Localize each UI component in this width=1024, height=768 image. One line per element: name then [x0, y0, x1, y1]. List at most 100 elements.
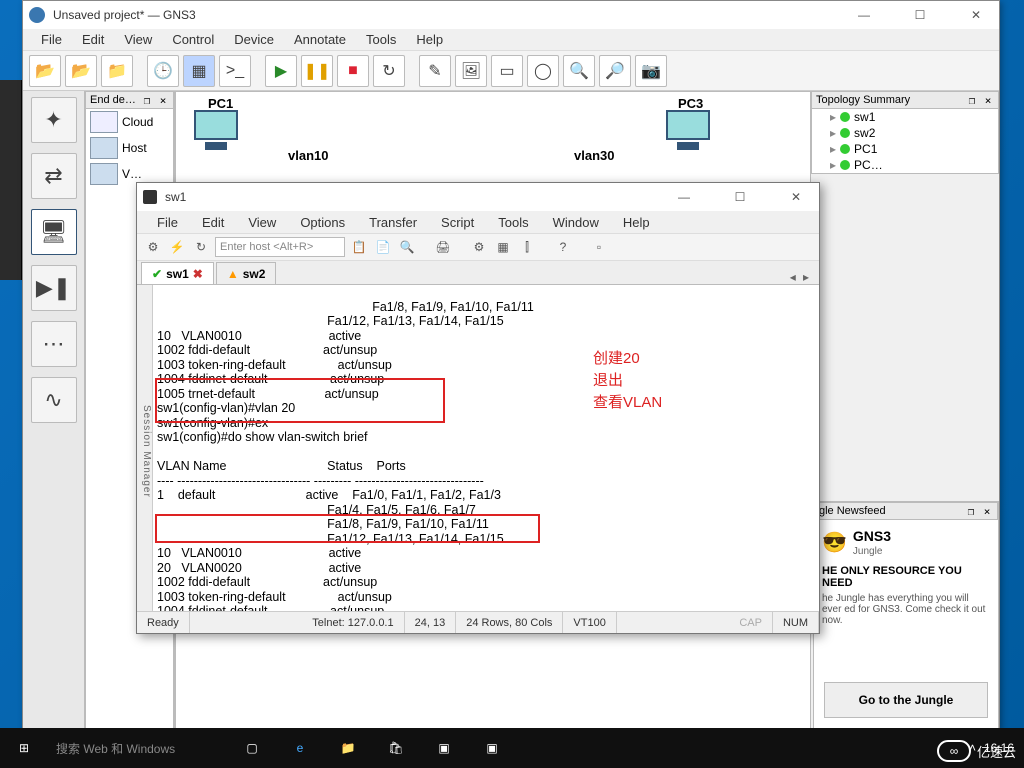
link-tool[interactable]: ∿: [31, 377, 77, 423]
quickconnect-icon[interactable]: ⚡: [167, 237, 187, 257]
maximize-button[interactable]: ☐: [723, 190, 757, 204]
close-panel-icon[interactable]: ×: [157, 94, 169, 107]
edge-icon[interactable]: e: [276, 728, 324, 768]
menu-options[interactable]: Options: [290, 215, 355, 230]
menu-tools[interactable]: Tools: [358, 32, 404, 47]
go-to-jungle-button[interactable]: Go to the Jungle: [824, 682, 988, 718]
close-button[interactable]: ✕: [959, 8, 993, 22]
find-icon[interactable]: 🔍: [397, 237, 417, 257]
windows-taskbar[interactable]: ⊞ 搜索 Web 和 Windows ▢ e 📁 🛍 ▣ ▣ ˄16:16: [0, 728, 1024, 768]
pause-button[interactable]: ❚❚: [301, 55, 333, 87]
menu-file[interactable]: File: [147, 215, 188, 230]
close-tab-icon[interactable]: ✖: [193, 267, 203, 281]
menu-edit[interactable]: Edit: [74, 32, 112, 47]
node-pc1[interactable]: [190, 110, 242, 154]
status-size: 24 Rows, 80 Cols: [456, 612, 563, 633]
options-icon[interactable]: ⚙: [469, 237, 489, 257]
host-input[interactable]: Enter host <Alt+R>: [215, 237, 345, 257]
tab-sw2[interactable]: ▲sw2: [216, 262, 277, 284]
reconnect-icon[interactable]: ↻: [191, 237, 211, 257]
reload-button[interactable]: ↻: [373, 55, 405, 87]
sessions-icon[interactable]: ▦: [493, 237, 513, 257]
app1-icon[interactable]: ▣: [420, 728, 468, 768]
paste-icon[interactable]: 📄: [373, 237, 393, 257]
screenshot-button[interactable]: 📷: [635, 55, 667, 87]
menu-control[interactable]: Control: [164, 32, 222, 47]
menu-help[interactable]: Help: [408, 32, 451, 47]
device-host[interactable]: Host: [86, 135, 173, 161]
security-category[interactable]: ▶❚: [31, 265, 77, 311]
start-button[interactable]: ⊞: [0, 728, 48, 768]
gns3-titlebar[interactable]: Unsaved project* — GNS3 — ☐ ✕: [23, 1, 999, 29]
zoomout-button[interactable]: 🔎: [599, 55, 631, 87]
app2-icon[interactable]: ▣: [468, 728, 516, 768]
undock-icon[interactable]: ❐: [966, 94, 978, 107]
switches-category[interactable]: ⇄: [31, 153, 77, 199]
print-icon[interactable]: 🖨: [433, 237, 453, 257]
terminal-output[interactable]: Fa1/8, Fa1/9, Fa1/10, Fa1/11 Fa1/12, Fa1…: [153, 285, 819, 611]
menu-edit[interactable]: Edit: [192, 215, 234, 230]
menu-view[interactable]: View: [116, 32, 160, 47]
help-icon[interactable]: ?: [553, 237, 573, 257]
menu-view[interactable]: View: [238, 215, 286, 230]
menu-annotate[interactable]: Annotate: [286, 32, 354, 47]
watermark-icon: ∞: [937, 740, 971, 762]
topo-item-pc1[interactable]: ▸PC1: [812, 141, 998, 157]
menu-help[interactable]: Help: [613, 215, 660, 230]
save-button[interactable]: 📁: [101, 55, 133, 87]
ellipse-button[interactable]: ◯: [527, 55, 559, 87]
menu-window[interactable]: Window: [543, 215, 609, 230]
open-button[interactable]: 📂: [29, 55, 61, 87]
tab-next-icon[interactable]: ▸: [803, 270, 809, 284]
device-cloud[interactable]: Cloud: [86, 109, 173, 135]
misc-icon[interactable]: ▫: [589, 237, 609, 257]
menu-device[interactable]: Device: [226, 32, 282, 47]
minimize-button[interactable]: —: [847, 8, 881, 22]
menu-script[interactable]: Script: [431, 215, 484, 230]
snapshot-button[interactable]: 🕒: [147, 55, 179, 87]
menu-file[interactable]: File: [33, 32, 70, 47]
topology-summary-header[interactable]: Topology Summary ❐×: [811, 91, 999, 109]
end-devices-header[interactable]: End de… ❐×: [85, 91, 174, 109]
status-term: VT100: [563, 612, 616, 633]
topo-item-pc2[interactable]: ▸PC…: [812, 157, 998, 173]
image-button[interactable]: 🖼: [455, 55, 487, 87]
minimize-button[interactable]: —: [667, 190, 701, 204]
connect-icon[interactable]: ⚙: [143, 237, 163, 257]
all-category[interactable]: ⋯: [31, 321, 77, 367]
taskbar-search[interactable]: 搜索 Web 和 Windows: [48, 734, 228, 762]
store-icon[interactable]: 🛍: [372, 728, 420, 768]
undock-icon[interactable]: ❐: [965, 505, 977, 518]
rect-button[interactable]: ▭: [491, 55, 523, 87]
tab-sw1[interactable]: ✔sw1✖: [141, 262, 214, 284]
session-manager-tab[interactable]: Session Manager: [137, 285, 153, 611]
play-button[interactable]: ▶: [265, 55, 297, 87]
topo-item-sw2[interactable]: ▸sw2: [812, 125, 998, 141]
undock-icon[interactable]: ❐: [141, 94, 153, 107]
status-cap: CAP: [729, 612, 773, 633]
tab-prev-icon[interactable]: ◂: [790, 270, 796, 284]
status-cursor-pos: 24, 13: [405, 612, 457, 633]
close-button[interactable]: ✕: [779, 190, 813, 204]
zoomin-button[interactable]: 🔍: [563, 55, 595, 87]
close-panel-icon[interactable]: ×: [982, 94, 994, 107]
menu-transfer[interactable]: Transfer: [359, 215, 427, 230]
menu-tools[interactable]: Tools: [488, 215, 538, 230]
routers-category[interactable]: ✦: [31, 97, 77, 143]
crt-titlebar[interactable]: sw1 — ☐ ✕: [137, 183, 819, 211]
copy-icon[interactable]: 📋: [349, 237, 369, 257]
open2-button[interactable]: 📂: [65, 55, 97, 87]
task-view-icon[interactable]: ▢: [228, 728, 276, 768]
toggle-icon[interactable]: ⫿: [517, 237, 537, 257]
maximize-button[interactable]: ☐: [903, 8, 937, 22]
console-button[interactable]: >_: [219, 55, 251, 87]
stop-button[interactable]: ■: [337, 55, 369, 87]
node-pc1-label: PC1: [208, 96, 233, 111]
topo-item-sw1[interactable]: ▸sw1: [812, 109, 998, 125]
close-panel-icon[interactable]: ×: [981, 505, 993, 518]
note-button[interactable]: ✎: [419, 55, 451, 87]
end-devices-category[interactable]: 🖥: [31, 209, 77, 255]
node-pc3[interactable]: [662, 110, 714, 154]
explorer-icon[interactable]: 📁: [324, 728, 372, 768]
grid-button[interactable]: ▦: [183, 55, 215, 87]
